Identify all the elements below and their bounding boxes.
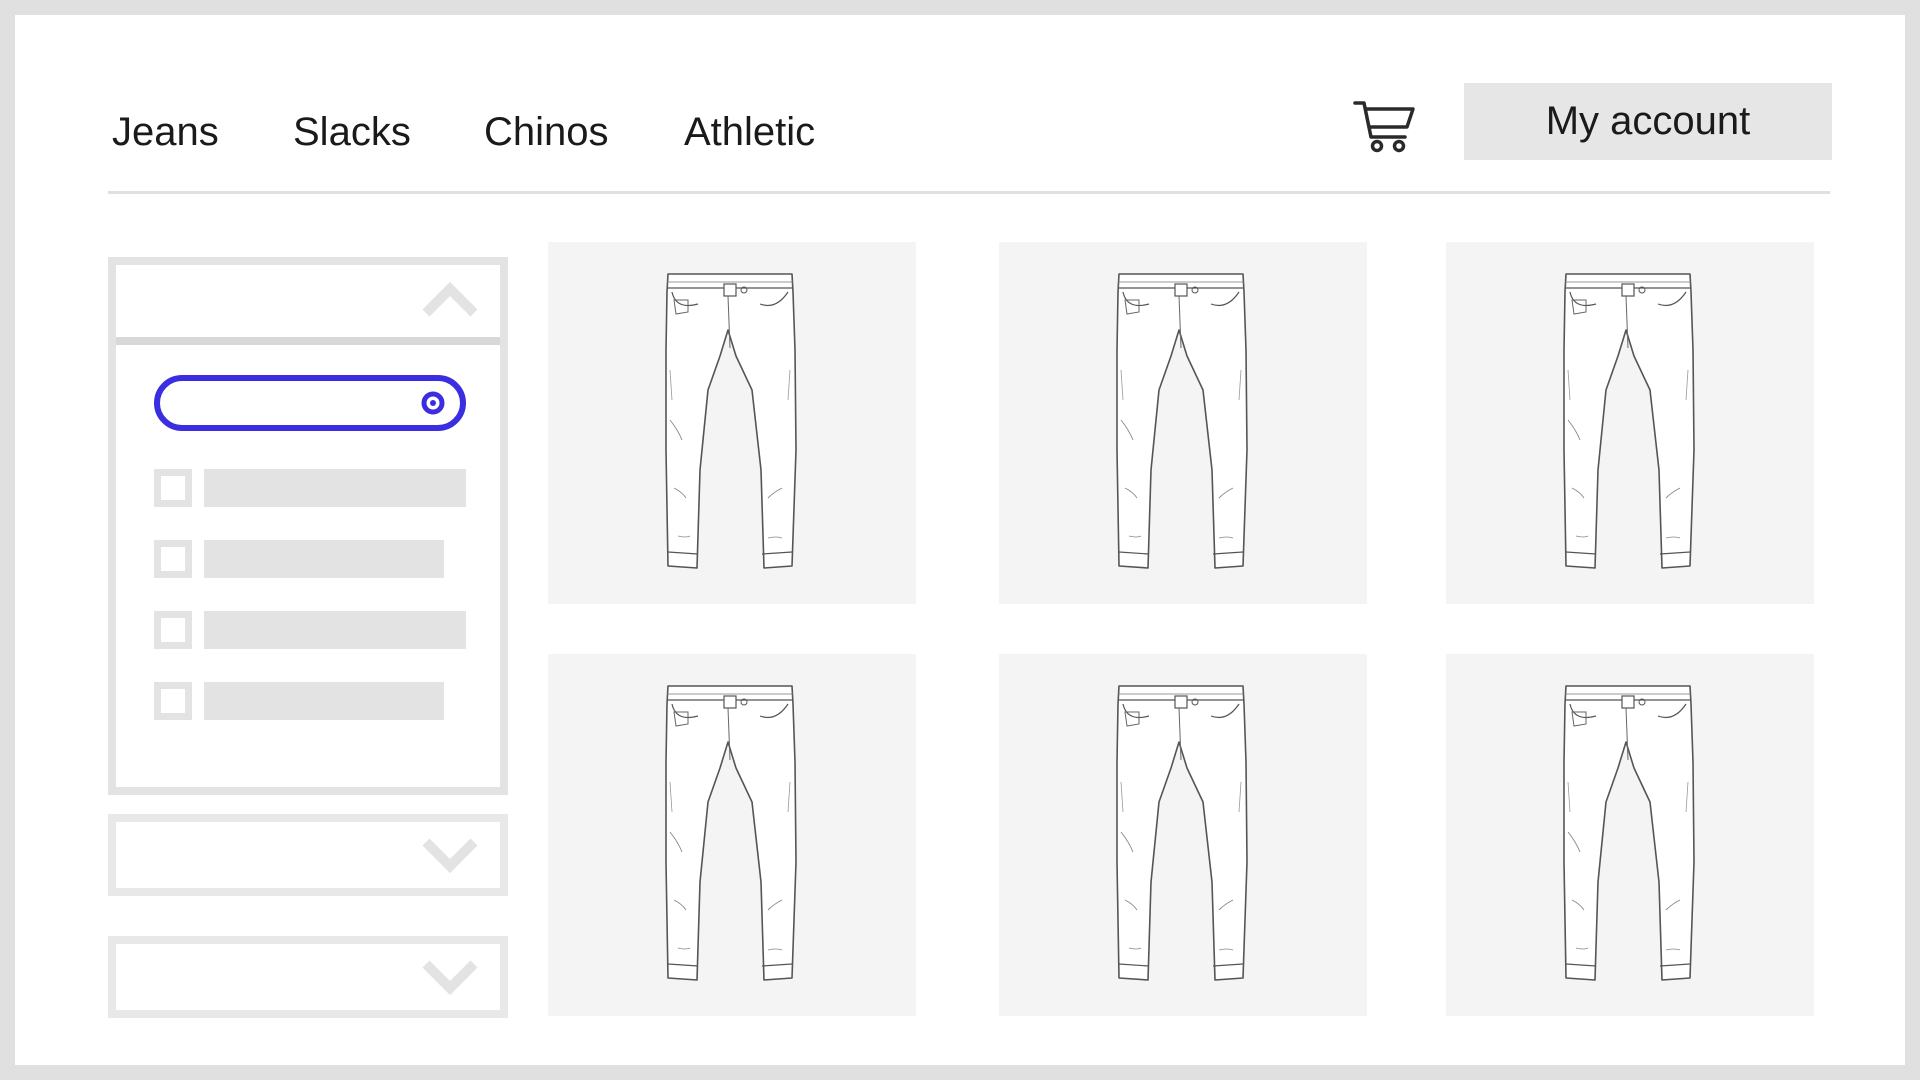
chevron-up-icon[interactable]	[420, 277, 480, 321]
product-card[interactable]	[1446, 654, 1814, 1016]
slider-knob-icon[interactable]	[420, 390, 446, 416]
filter-option-label-placeholder	[204, 611, 466, 649]
my-account-label: My account	[1545, 99, 1751, 143]
product-card[interactable]	[999, 242, 1367, 604]
jeans-icon	[665, 273, 797, 569]
filter-panel-header[interactable]	[116, 265, 500, 345]
filter-option	[154, 538, 474, 578]
nav-item-athletic[interactable]: Athletic	[684, 110, 815, 155]
shopping-cart-icon[interactable]	[1353, 99, 1415, 155]
jeans-icon	[1563, 273, 1695, 569]
filter-panel-collapsed[interactable]	[108, 814, 508, 896]
chevron-down-icon[interactable]	[420, 832, 480, 876]
jeans-icon	[1116, 685, 1248, 981]
filter-option-label-placeholder	[204, 682, 444, 720]
header-divider	[108, 191, 1830, 194]
product-card[interactable]	[1446, 242, 1814, 604]
filter-option-label-placeholder	[204, 469, 466, 507]
jeans-icon	[665, 685, 797, 981]
filter-checkbox[interactable]	[154, 540, 192, 578]
my-account-button[interactable]: My account	[1464, 83, 1832, 160]
product-card[interactable]	[548, 242, 916, 604]
filter-checkbox[interactable]	[154, 469, 192, 507]
filter-panel-expanded	[108, 257, 508, 795]
jeans-icon	[1116, 273, 1248, 569]
filter-option	[154, 467, 474, 507]
filter-option	[154, 609, 474, 649]
nav-item-chinos[interactable]: Chinos	[484, 110, 609, 155]
nav-item-slacks[interactable]: Slacks	[293, 110, 411, 155]
filter-option	[154, 680, 474, 720]
filter-checkbox[interactable]	[154, 611, 192, 649]
app-frame: Jeans Slacks Chinos Athletic My account	[15, 15, 1905, 1065]
filter-checkbox[interactable]	[154, 682, 192, 720]
product-card[interactable]	[999, 654, 1367, 1016]
jeans-icon	[1563, 685, 1695, 981]
filter-option-label-placeholder	[204, 540, 444, 578]
chevron-down-icon[interactable]	[420, 954, 480, 998]
filter-panel-collapsed[interactable]	[108, 936, 508, 1018]
nav-item-jeans[interactable]: Jeans	[112, 110, 219, 155]
filter-search-input[interactable]	[154, 375, 466, 431]
product-card[interactable]	[548, 654, 916, 1016]
